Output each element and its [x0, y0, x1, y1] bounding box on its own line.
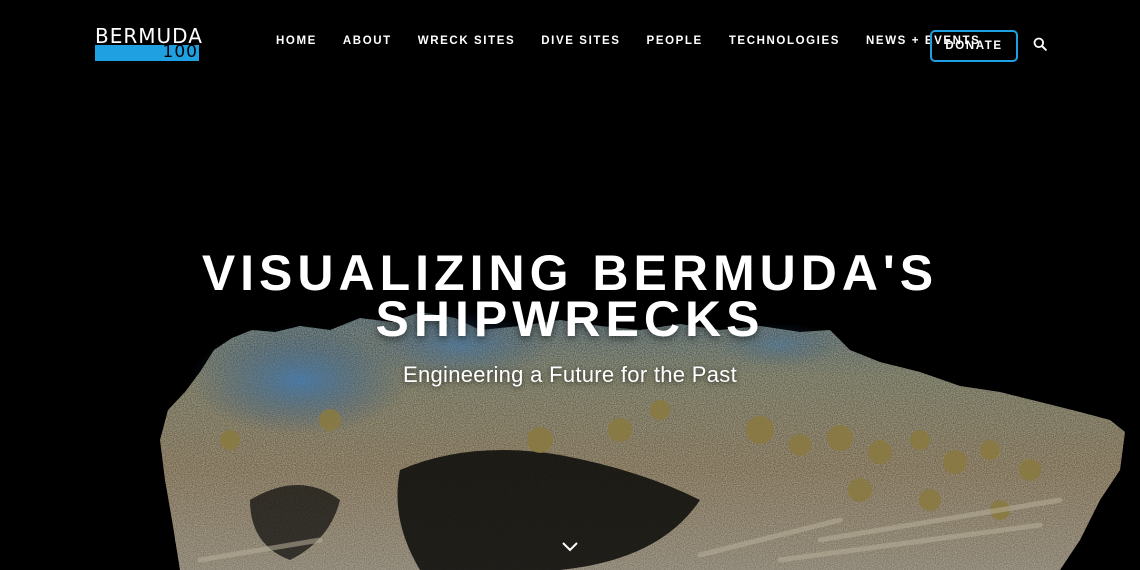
donate-button[interactable]: DONATE — [930, 30, 1018, 62]
chevron-down-icon[interactable] — [561, 540, 579, 552]
nav-item-home[interactable]: HOME — [276, 34, 317, 48]
hero-section: VISUALIZING BERMUDA'S SHIPWRECKS Enginee… — [0, 248, 1140, 388]
main-nav: HOME ABOUT WRECK SITES DIVE SITES PEOPLE… — [276, 34, 1006, 48]
page: BERMUDA 100 HOME ABOUT WRECK SITES DIVE … — [0, 0, 1140, 570]
hero-title-line2: SHIPWRECKS — [375, 291, 765, 347]
hero-subtitle: Engineering a Future for the Past — [403, 362, 737, 387]
hero-title: VISUALIZING BERMUDA'S SHIPWRECKS — [0, 248, 1140, 344]
search-icon[interactable] — [1033, 37, 1047, 51]
logo-number: 100 — [162, 42, 198, 62]
bermuda100-logo[interactable]: BERMUDA 100 — [95, 26, 202, 62]
nav-item-technologies[interactable]: TECHNOLOGIES — [729, 34, 840, 48]
site-header: BERMUDA 100 HOME ABOUT WRECK SITES DIVE … — [0, 0, 1140, 84]
nav-item-dive-sites[interactable]: DIVE SITES — [541, 34, 620, 48]
nav-item-wreck-sites[interactable]: WRECK SITES — [418, 34, 515, 48]
nav-item-about[interactable]: ABOUT — [343, 34, 392, 48]
nav-item-people[interactable]: PEOPLE — [647, 34, 703, 48]
